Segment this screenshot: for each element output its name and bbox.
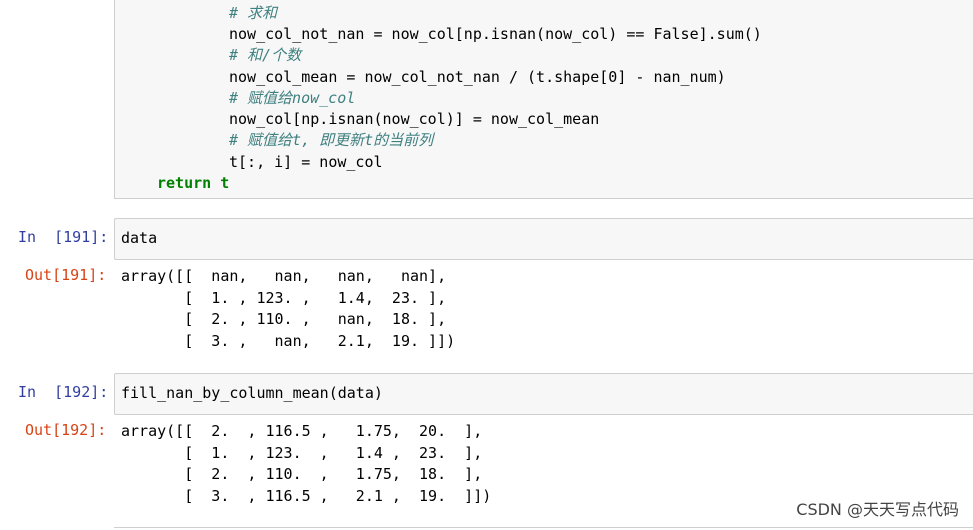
code-line: now_col_not_nan = now_col[np.isnan(now_c… — [229, 25, 762, 43]
in-prompt-191: In [191]: — [18, 228, 109, 246]
return-statement: return t — [157, 174, 230, 192]
in-prompt-192: In [192]: — [18, 383, 109, 401]
output-line: [ 2. , 110. , nan, 18. ], — [121, 310, 447, 328]
csdn-watermark: CSDN @天天写点代码 — [796, 500, 959, 519]
next-cell-border — [114, 527, 973, 528]
output-line: [ 1. , 123. , 1.4, 23. ], — [121, 289, 447, 307]
cell-input-text: data — [121, 229, 158, 247]
code-cell-192-input[interactable]: fill_nan_by_column_mean(data) — [114, 373, 973, 415]
out-prompt-191: Out[191]: — [25, 266, 107, 284]
output-line: array([[ nan, nan, nan, nan], — [121, 267, 447, 285]
code-comment: # 求和 — [229, 4, 278, 22]
code-line: now_col[np.isnan(now_col)] = now_col_mea… — [229, 110, 600, 128]
output-line: array([[ 2. , 116.5 , 1.75, 20. ], — [121, 422, 483, 440]
cell-input-text: fill_nan_by_column_mean(data) — [121, 384, 383, 402]
output-line: [ 2. , 110. , 1.75, 18. ], — [121, 465, 483, 483]
code-line: t[:, i] = now_col — [229, 153, 383, 171]
code-comment: # 赋值给now_col — [229, 89, 356, 107]
code-cell-191-input[interactable]: data — [114, 218, 973, 260]
output-line: [ 3. , nan, 2.1, 19. ]]) — [121, 332, 456, 350]
out-prompt-192: Out[192]: — [25, 421, 107, 439]
code-comment: # 赋值给t, 即更新t的当前列 — [229, 131, 434, 149]
output-line: [ 3. , 116.5 , 2.1 , 19. ]]) — [121, 487, 492, 505]
code-line: now_col_mean = now_col_not_nan / (t.shap… — [229, 68, 726, 86]
code-comment: # 和/个数 — [229, 46, 302, 64]
output-line: [ 1. , 123. , 1.4 , 23. ], — [121, 444, 483, 462]
